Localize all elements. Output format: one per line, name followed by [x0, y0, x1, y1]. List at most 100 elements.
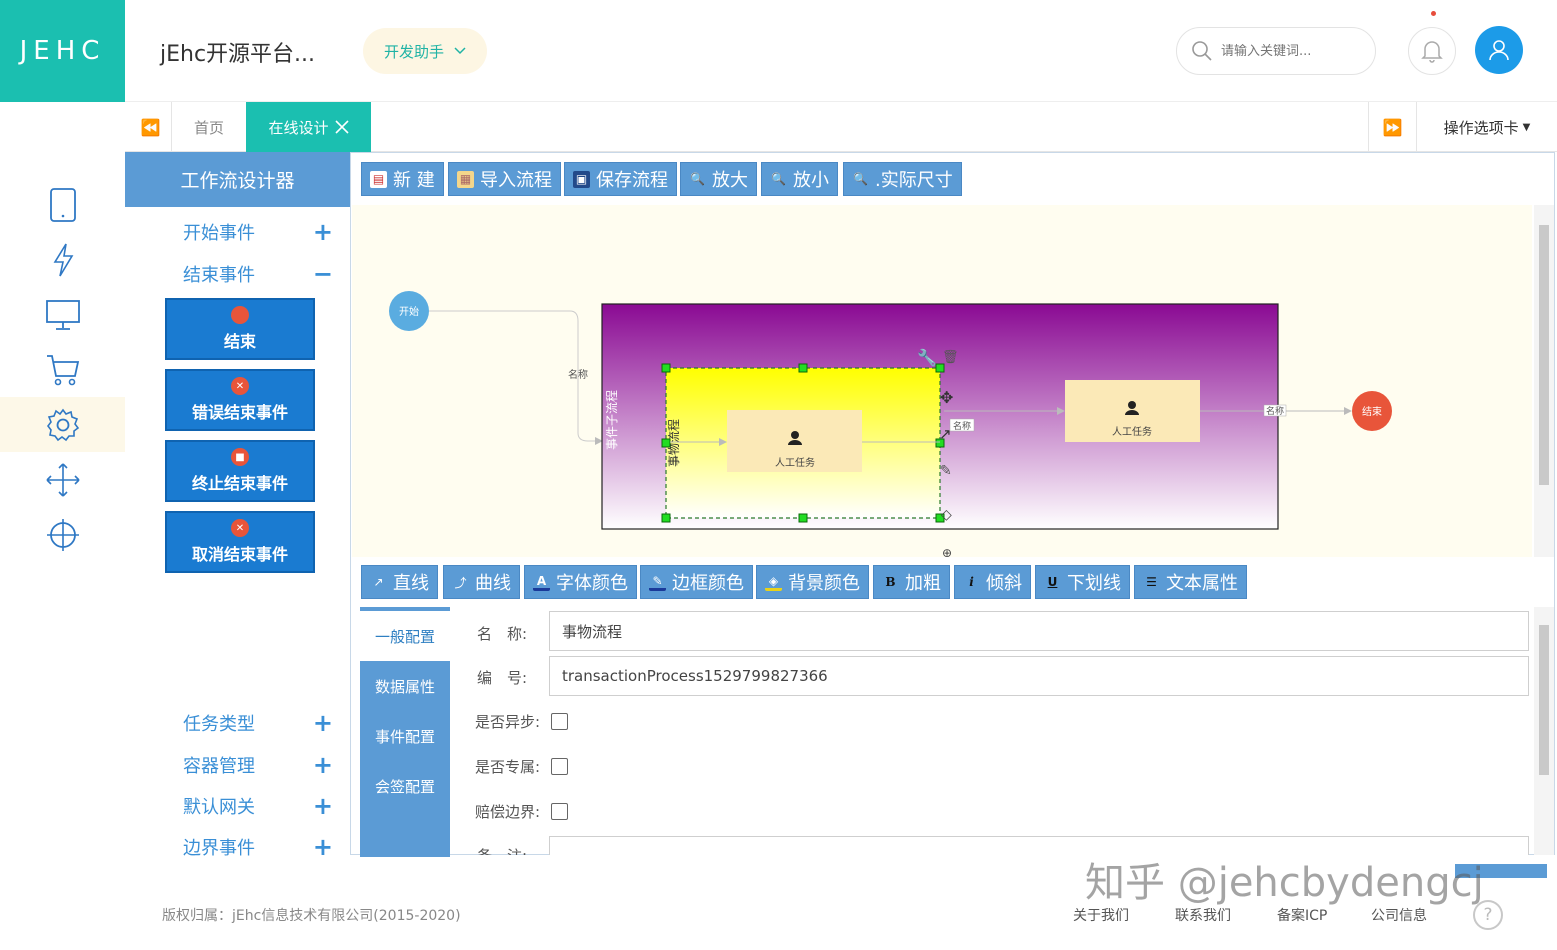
- palette-error-end-event[interactable]: ✕ 错误结束事件: [165, 369, 315, 431]
- add-icon[interactable]: ⊕: [942, 546, 952, 557]
- paint-bucket-icon: ◈: [765, 574, 782, 591]
- underline-button[interactable]: U 下划线: [1035, 565, 1130, 599]
- diamond-gateway-icon[interactable]: ◇: [941, 507, 952, 523]
- tab-event-config[interactable]: 事件配置: [360, 711, 450, 761]
- copyright-text: 版权归属：jEhc信息技术有限公司(2015-2020): [162, 908, 461, 924]
- tab-data-properties[interactable]: 数据属性: [360, 661, 450, 711]
- subprocess-label: 事件子流程: [604, 390, 619, 450]
- footer-link-contact[interactable]: 联系我们: [1175, 905, 1231, 925]
- search-input[interactable]: [1221, 43, 1361, 59]
- properties-scrollbar[interactable]: [1534, 607, 1554, 855]
- category-label: 结束事件: [183, 265, 255, 286]
- canvas-scrollbar[interactable]: [1534, 205, 1554, 557]
- task-label: 人工任务: [1112, 425, 1152, 438]
- straight-line-button[interactable]: ↗ 直线: [361, 565, 438, 599]
- tool-label: 导入流程: [480, 170, 552, 191]
- wrench-icon[interactable]: 🔧: [917, 348, 937, 367]
- tab-general-config[interactable]: 一般配置: [360, 611, 450, 661]
- name-field[interactable]: 事物流程: [549, 611, 1529, 651]
- expand-icon[interactable]: +: [313, 794, 333, 818]
- caret-down-icon: ▼: [1522, 121, 1531, 133]
- rail-item-settings[interactable]: [0, 397, 125, 452]
- logo[interactable]: JEHC: [0, 0, 125, 102]
- watermark: 知乎 @jehcbydengcj: [1085, 860, 1484, 906]
- tab-home[interactable]: 首页: [172, 102, 246, 152]
- app-title: jEhc开源平台...: [160, 42, 316, 67]
- category-start-event[interactable]: 开始事件 +: [183, 219, 333, 245]
- tab-scroll-left-button[interactable]: ⏪: [130, 102, 172, 152]
- tool-label: 放小: [793, 170, 829, 191]
- compensation-checkbox[interactable]: [551, 803, 568, 820]
- font-color-button[interactable]: A 字体颜色: [524, 565, 637, 599]
- bold-icon: B: [885, 575, 896, 589]
- rail-item-monitor[interactable]: [0, 287, 125, 342]
- new-file-icon: ▤: [370, 170, 387, 188]
- background-color-button[interactable]: ◈ 背景颜色: [756, 565, 869, 599]
- edge-label: 名称: [953, 420, 971, 432]
- compensation-label: 赔偿边界:: [475, 803, 541, 821]
- terminate-end-icon: ■: [231, 448, 249, 466]
- palette-item-label: 终止结束事件: [191, 474, 288, 493]
- actual-size-button[interactable]: 🔍 .实际尺寸: [843, 162, 962, 196]
- footer-link-about[interactable]: 关于我们: [1073, 905, 1129, 925]
- font-color-icon: A: [533, 574, 550, 591]
- save-flow-button[interactable]: ▣ 保存流程: [564, 162, 677, 196]
- rail-item-cart[interactable]: [0, 342, 125, 397]
- note-label: 备 注:: [477, 845, 527, 855]
- trash-icon[interactable]: 🗑: [942, 349, 959, 365]
- palette-terminate-end-event[interactable]: ■ 终止结束事件: [165, 440, 315, 502]
- italic-button[interactable]: i 倾斜: [954, 565, 1031, 599]
- curve-line-button[interactable]: ⤴ 曲线: [443, 565, 520, 599]
- expand-icon[interactable]: +: [313, 220, 333, 244]
- connect-arrow-icon[interactable]: ↗: [939, 425, 952, 443]
- async-checkbox[interactable]: [551, 713, 568, 730]
- diagram-canvas[interactable]: 开始 名称 事件子流程 事物流程 🔧 🗑 ✥ ↗ ✎ ◇ ⊕ 人工任务 名称 人…: [352, 205, 1532, 557]
- tool-label: 保存流程: [596, 170, 668, 191]
- notifications-button[interactable]: [1408, 27, 1456, 75]
- category-end-event[interactable]: 结束事件 −: [183, 261, 333, 287]
- collapse-icon[interactable]: −: [313, 262, 333, 286]
- tab-operations-dropdown[interactable]: 操作选项卡 ▼: [1416, 102, 1557, 152]
- move-handle-icon[interactable]: ✥: [940, 388, 953, 407]
- footer-link-company[interactable]: 公司信息: [1371, 905, 1427, 925]
- category-container[interactable]: 容器管理 +: [183, 752, 333, 778]
- import-flow-button[interactable]: ▦ 导入流程: [448, 162, 561, 196]
- save-icon: ▣: [573, 170, 590, 188]
- expand-icon[interactable]: +: [313, 835, 333, 859]
- rail-item-move[interactable]: [0, 452, 125, 507]
- category-gateway[interactable]: 默认网关 +: [183, 793, 333, 819]
- category-boundary[interactable]: 边界事件 +: [183, 834, 333, 860]
- rail-item-tablet[interactable]: [0, 177, 125, 232]
- zoom-in-button[interactable]: 🔍 放大: [680, 162, 757, 196]
- search-box[interactable]: [1176, 27, 1376, 75]
- category-task-type[interactable]: 任务类型 +: [183, 710, 333, 736]
- exclusive-checkbox[interactable]: [551, 758, 568, 775]
- new-button[interactable]: ▤ 新 建: [361, 162, 444, 196]
- double-right-icon: ⏩: [1382, 117, 1403, 137]
- scrollbar-thumb[interactable]: [1539, 225, 1549, 485]
- palette-end-event[interactable]: 结束: [165, 298, 315, 360]
- import-icon: ▦: [457, 170, 474, 188]
- user-avatar-button[interactable]: [1475, 26, 1523, 74]
- id-label: 编 号:: [477, 669, 528, 687]
- category-label: 任务类型: [183, 714, 255, 735]
- scrollbar-thumb[interactable]: [1539, 625, 1549, 775]
- rail-item-crosshair[interactable]: [0, 507, 125, 562]
- rail-item-lightning[interactable]: [0, 232, 125, 287]
- expand-icon[interactable]: +: [313, 711, 333, 735]
- id-field[interactable]: transactionProcess1529799827366: [549, 656, 1529, 696]
- expand-icon[interactable]: +: [313, 753, 333, 777]
- tab-online-design[interactable]: 在线设计: [246, 102, 371, 152]
- edge-label: 名称: [568, 368, 588, 381]
- pen-icon[interactable]: ✎: [940, 463, 952, 479]
- tab-scroll-right-button[interactable]: ⏩: [1368, 102, 1416, 152]
- footer-link-icp[interactable]: 备案ICP: [1277, 905, 1327, 925]
- border-color-button[interactable]: ✎ 边框颜色: [640, 565, 753, 599]
- zoom-out-button[interactable]: 🔍 放小: [761, 162, 838, 196]
- text-properties-button[interactable]: ☰ 文本属性: [1134, 565, 1247, 599]
- dev-helper-dropdown[interactable]: 开发助手: [363, 28, 487, 74]
- close-icon[interactable]: [334, 120, 349, 134]
- bold-button[interactable]: B 加粗: [873, 565, 950, 599]
- tab-countersign-config[interactable]: 会签配置: [360, 761, 450, 811]
- palette-cancel-end-event[interactable]: ✕ 取消结束事件: [165, 511, 315, 573]
